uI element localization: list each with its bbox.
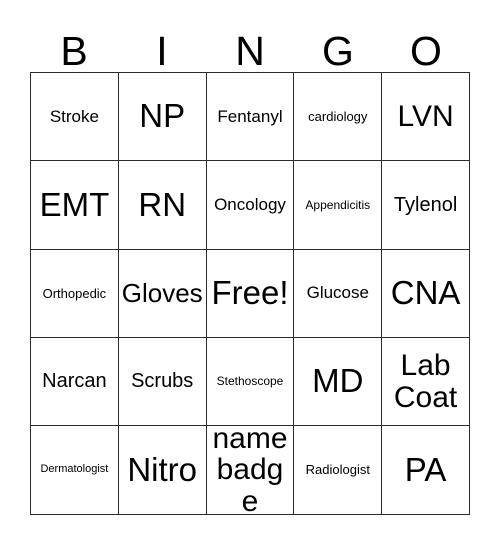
bingo-cell-label: Lab Coat	[393, 349, 458, 414]
bingo-cell[interactable]: CNA	[382, 249, 470, 339]
bingo-cell[interactable]: Stroke	[31, 73, 119, 162]
bingo-row: Orthopedic Gloves Free! Glucose CNA	[31, 249, 470, 339]
bingo-cell-label: PA	[404, 450, 447, 488]
bingo-cell[interactable]: Nitro	[118, 426, 207, 515]
bingo-cell-label: Stroke	[49, 106, 99, 126]
bingo-cell-label: NP	[139, 97, 186, 135]
bingo-cell[interactable]: Tylenol	[382, 161, 470, 250]
bingo-card: B I N G O Stroke NP Fentanyl cardiology …	[30, 14, 470, 516]
bingo-cell[interactable]: Gloves	[118, 249, 207, 339]
bingo-cell-label: Narcan	[42, 370, 107, 393]
bingo-header-cell-o: O	[382, 14, 470, 72]
bingo-cell-label: Oncology	[214, 195, 286, 215]
bingo-header-letter: G	[322, 28, 354, 74]
bingo-cell-label: name badge	[212, 426, 288, 515]
bingo-cell-label: Gloves	[121, 277, 203, 308]
bingo-header-letter: N	[235, 28, 265, 74]
bingo-row: Stroke NP Fentanyl cardiology LVN	[31, 73, 470, 162]
bingo-header-cell-i: I	[118, 14, 206, 72]
bingo-cell[interactable]: cardiology	[294, 73, 383, 162]
bingo-cell[interactable]: Radiologist	[294, 426, 383, 515]
bingo-cell[interactable]: Scrubs	[118, 338, 207, 427]
bingo-cell-label: Dermatologist	[40, 463, 109, 476]
bingo-cell[interactable]: LVN	[382, 73, 470, 162]
bingo-cell-label: Free!	[211, 274, 289, 312]
bingo-header-cell-g: G	[294, 14, 382, 72]
bingo-cell-label: Fentanyl	[217, 106, 283, 126]
bingo-cell-label: Radiologist	[305, 462, 370, 478]
bingo-cell-label: MD	[312, 362, 364, 400]
bingo-cell-label: Glucose	[306, 283, 369, 303]
bingo-cell-label: EMT	[39, 185, 110, 223]
bingo-cell[interactable]: MD	[294, 338, 383, 427]
bingo-header-letter: B	[60, 28, 88, 74]
bingo-cell-label: LVN	[397, 99, 454, 133]
bingo-cell[interactable]: Dermatologist	[31, 426, 119, 515]
bingo-header-cell-n: N	[206, 14, 294, 72]
bingo-header-cell-b: B	[30, 14, 118, 72]
bingo-cell-label: RN	[138, 185, 187, 223]
bingo-cell-label: Orthopedic	[42, 285, 107, 301]
bingo-cell-label: Nitro	[127, 450, 198, 488]
bingo-cell-free-space[interactable]: Free!	[206, 249, 295, 339]
bingo-cell[interactable]: RN	[118, 161, 207, 250]
bingo-cell-label: Appendicitis	[305, 197, 371, 212]
bingo-cell[interactable]: EMT	[31, 161, 119, 250]
bingo-header-letter: O	[410, 28, 442, 74]
bingo-row: EMT RN Oncology Appendicitis Tylenol	[31, 161, 470, 250]
bingo-grid: Stroke NP Fentanyl cardiology LVN EMT RN	[30, 72, 470, 515]
bingo-cell[interactable]: Stethoscope	[206, 338, 295, 427]
bingo-cell-label: Tylenol	[393, 193, 458, 216]
bingo-cell-label: Scrubs	[131, 370, 194, 393]
bingo-cell[interactable]: Orthopedic	[31, 249, 119, 339]
bingo-cell-label: cardiology	[308, 108, 368, 124]
bingo-row: Dermatologist Nitro name badge Radiologi…	[31, 426, 470, 515]
bingo-header-letter: I	[156, 28, 168, 74]
bingo-cell-label: CNA	[390, 274, 461, 312]
bingo-cell[interactable]: Glucose	[294, 249, 383, 339]
bingo-row: Narcan Scrubs Stethoscope MD Lab Coat	[31, 338, 470, 427]
bingo-cell[interactable]: Narcan	[31, 338, 119, 427]
bingo-cell[interactable]: Lab Coat	[382, 338, 470, 427]
bingo-cell[interactable]: Fentanyl	[206, 73, 295, 162]
bingo-cell-label: Stethoscope	[216, 374, 284, 389]
bingo-cell[interactable]: name badge	[206, 426, 295, 515]
bingo-header-row: B I N G O	[30, 14, 470, 72]
bingo-cell[interactable]: Oncology	[206, 161, 295, 250]
bingo-cell[interactable]: NP	[118, 73, 207, 162]
bingo-cell[interactable]: Appendicitis	[294, 161, 383, 250]
bingo-cell[interactable]: PA	[382, 426, 470, 515]
